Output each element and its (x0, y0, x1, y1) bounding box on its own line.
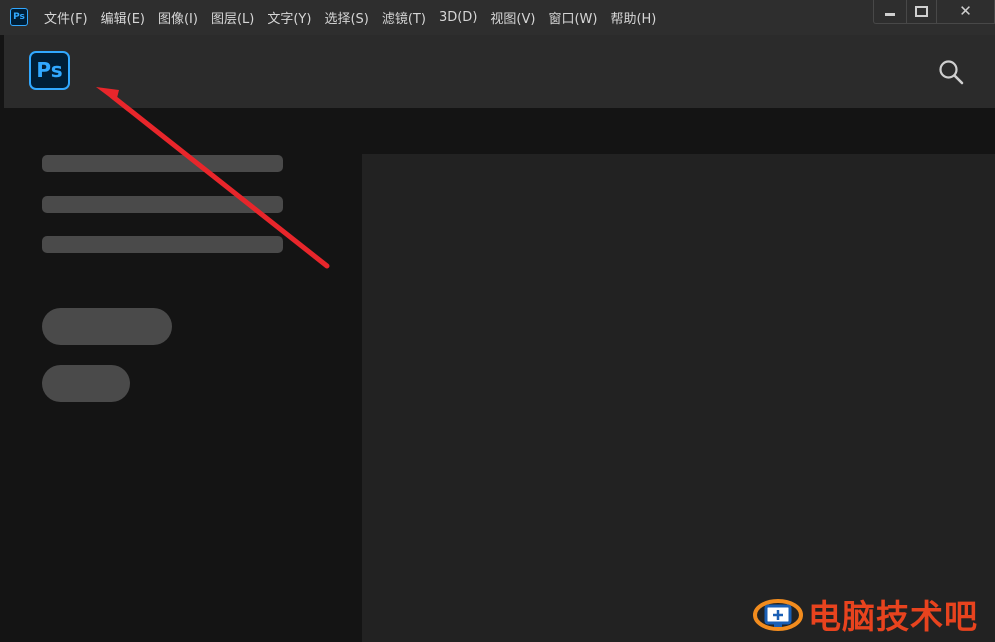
window-controls: ✕ (873, 0, 995, 26)
menu-view[interactable]: 视图(V) (490, 8, 535, 27)
minimize-button[interactable] (873, 0, 907, 24)
home-header: Ps (4, 35, 995, 108)
watermark-logo-icon (753, 599, 803, 631)
search-icon[interactable] (938, 59, 964, 85)
skeleton-line (42, 196, 283, 213)
content-top-strip (362, 108, 995, 154)
menu-select[interactable]: 选择(S) (324, 8, 368, 27)
main-menu: 文件(F) 编辑(E) 图像(I) 图层(L) 文字(Y) 选择(S) 滤镜(T… (44, 0, 669, 35)
ps-logo[interactable]: Ps (29, 51, 70, 90)
skeleton-button (42, 308, 172, 345)
watermark: 电脑技术吧 (752, 590, 992, 638)
maximize-button[interactable] (907, 0, 937, 24)
photoshop-window: Ps 文件(F) 编辑(E) 图像(I) 图层(L) 文字(Y) 选择(S) 滤… (0, 0, 995, 642)
menu-type[interactable]: 文字(Y) (267, 8, 311, 27)
skeleton-line (42, 236, 283, 253)
close-icon: ✕ (959, 2, 972, 20)
menu-window[interactable]: 窗口(W) (548, 8, 597, 27)
menu-filter[interactable]: 滤镜(T) (382, 8, 426, 27)
close-button[interactable]: ✕ (937, 0, 995, 24)
menu-file[interactable]: 文件(F) (44, 8, 88, 27)
menu-layer[interactable]: 图层(L) (211, 8, 254, 27)
menu-edit[interactable]: 编辑(E) (101, 8, 145, 27)
skeleton-line (42, 155, 283, 172)
content-panel (362, 154, 995, 642)
app-icon[interactable]: Ps (10, 8, 28, 26)
skeleton-button (42, 365, 130, 402)
menu-image[interactable]: 图像(I) (158, 8, 198, 27)
menu-bar: Ps 文件(F) 编辑(E) 图像(I) 图层(L) 文字(Y) 选择(S) 滤… (0, 0, 995, 35)
menu-3d[interactable]: 3D(D) (439, 10, 477, 25)
minimize-icon (885, 12, 895, 16)
home-sidebar (4, 108, 362, 642)
maximize-icon (915, 6, 928, 17)
menu-help[interactable]: 帮助(H) (610, 8, 656, 27)
watermark-text: 电脑技术吧 (808, 597, 978, 636)
